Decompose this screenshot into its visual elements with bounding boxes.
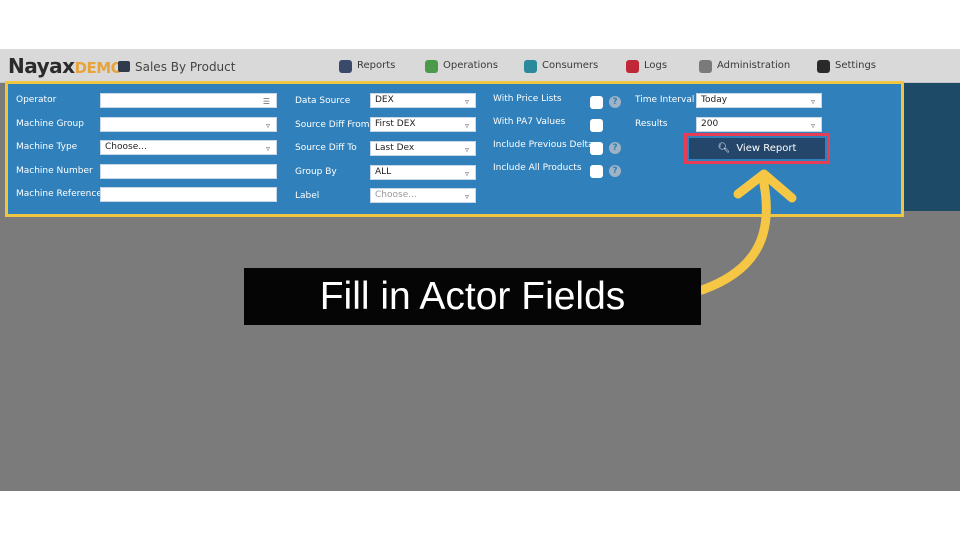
list-icon[interactable]: ☰	[263, 95, 270, 108]
operations-icon	[425, 60, 438, 73]
view-report-label: View Report	[736, 143, 797, 154]
data-source-value: DEX	[375, 95, 394, 105]
source-diff-from-label: Source Diff From	[295, 120, 370, 130]
brand-name: Nayax	[8, 54, 75, 78]
slide: NayaxDEMO Sales By Product Reports Opera…	[0, 0, 960, 540]
source-diff-from-value: First DEX	[375, 119, 416, 129]
machine-group-select[interactable]: ▿	[100, 117, 277, 132]
time-interval-value: Today	[701, 95, 728, 105]
data-source-label: Data Source	[295, 96, 351, 106]
include-previous-delta-checkbox[interactable]	[590, 142, 603, 155]
report-page-icon	[118, 61, 130, 72]
label-select[interactable]: Choose... ▿	[370, 188, 476, 203]
nav-operations-label: Operations	[443, 60, 498, 71]
source-diff-to-label: Source Diff To	[295, 143, 357, 153]
consumers-icon	[524, 60, 537, 73]
machine-number-label: Machine Number	[16, 166, 93, 176]
results-value: 200	[701, 119, 719, 129]
chevron-down-icon: ▿	[464, 192, 469, 201]
results-select[interactable]: 200 ▿	[696, 117, 822, 132]
with-pa7-values-label: With PA7 Values	[493, 117, 566, 127]
operator-label: Operator	[16, 95, 57, 105]
chevron-down-icon: ▿	[265, 144, 270, 153]
brand-logo[interactable]: NayaxDEMO	[8, 54, 123, 78]
group-by-label: Group By	[295, 167, 337, 177]
search-icon: 🔍︎	[717, 143, 731, 154]
machine-reference-label: Machine Reference	[16, 189, 102, 199]
chevron-down-icon: ▿	[464, 121, 469, 130]
help-icon[interactable]: ?	[609, 96, 621, 108]
include-all-products-label: Include All Products	[493, 163, 582, 173]
nav-consumers-label: Consumers	[542, 60, 599, 71]
machine-type-select[interactable]: Choose... ▿	[100, 140, 277, 155]
chevron-down-icon: ▿	[265, 121, 270, 130]
with-price-lists-label: With Price Lists	[493, 94, 562, 104]
nav-settings-label: Settings	[835, 60, 877, 71]
logs-icon	[626, 60, 639, 73]
chevron-down-icon: ▿	[464, 169, 469, 178]
settings-icon	[817, 60, 830, 73]
machine-number-input[interactable]	[100, 164, 277, 179]
chevron-down-icon: ▿	[810, 97, 815, 106]
with-pa7-values-checkbox[interactable]	[590, 119, 603, 132]
chevron-down-icon: ▿	[810, 121, 815, 130]
reports-icon	[339, 60, 352, 73]
group-by-select[interactable]: ALL ▿	[370, 165, 476, 180]
machine-type-value: Choose...	[105, 142, 147, 152]
page-title: Sales By Product	[135, 60, 236, 74]
include-all-products-checkbox[interactable]	[590, 165, 603, 178]
help-icon[interactable]: ?	[609, 142, 621, 154]
machine-reference-input[interactable]	[100, 187, 277, 202]
nav-logs-label: Logs	[644, 60, 668, 71]
include-previous-delta-label: Include Previous Delta	[493, 140, 594, 150]
group-by-value: ALL	[375, 167, 392, 177]
instruction-callout: Fill in Actor Fields	[244, 268, 701, 325]
administration-icon	[699, 60, 712, 73]
help-icon[interactable]: ?	[609, 165, 621, 177]
source-diff-from-select[interactable]: First DEX ▿	[370, 117, 476, 132]
operator-input[interactable]: ☰	[100, 93, 277, 108]
time-interval-label: Time Interval	[635, 95, 695, 105]
side-panel-edge	[904, 83, 960, 211]
label-placeholder: Choose...	[375, 190, 417, 200]
chevron-down-icon: ▿	[464, 97, 469, 106]
top-bar: NayaxDEMO Sales By Product Reports Opera…	[0, 49, 960, 83]
source-diff-to-value: Last Dex	[375, 143, 415, 153]
data-source-select[interactable]: DEX ▿	[370, 93, 476, 108]
machine-group-label: Machine Group	[16, 119, 84, 129]
nav-administration-label: Administration	[717, 60, 791, 71]
brand-demo-label: DEMO	[74, 59, 124, 77]
chevron-down-icon: ▿	[464, 145, 469, 154]
machine-type-label: Machine Type	[16, 142, 78, 152]
view-report-button[interactable]: 🔍︎ View Report	[689, 138, 825, 159]
results-label: Results	[635, 119, 668, 129]
label-field-label: Label	[295, 191, 320, 201]
time-interval-select[interactable]: Today ▿	[696, 93, 822, 108]
with-price-lists-checkbox[interactable]	[590, 96, 603, 109]
nav-reports-label: Reports	[357, 60, 396, 71]
source-diff-to-select[interactable]: Last Dex ▿	[370, 141, 476, 156]
callout-text: Fill in Actor Fields	[319, 275, 626, 318]
